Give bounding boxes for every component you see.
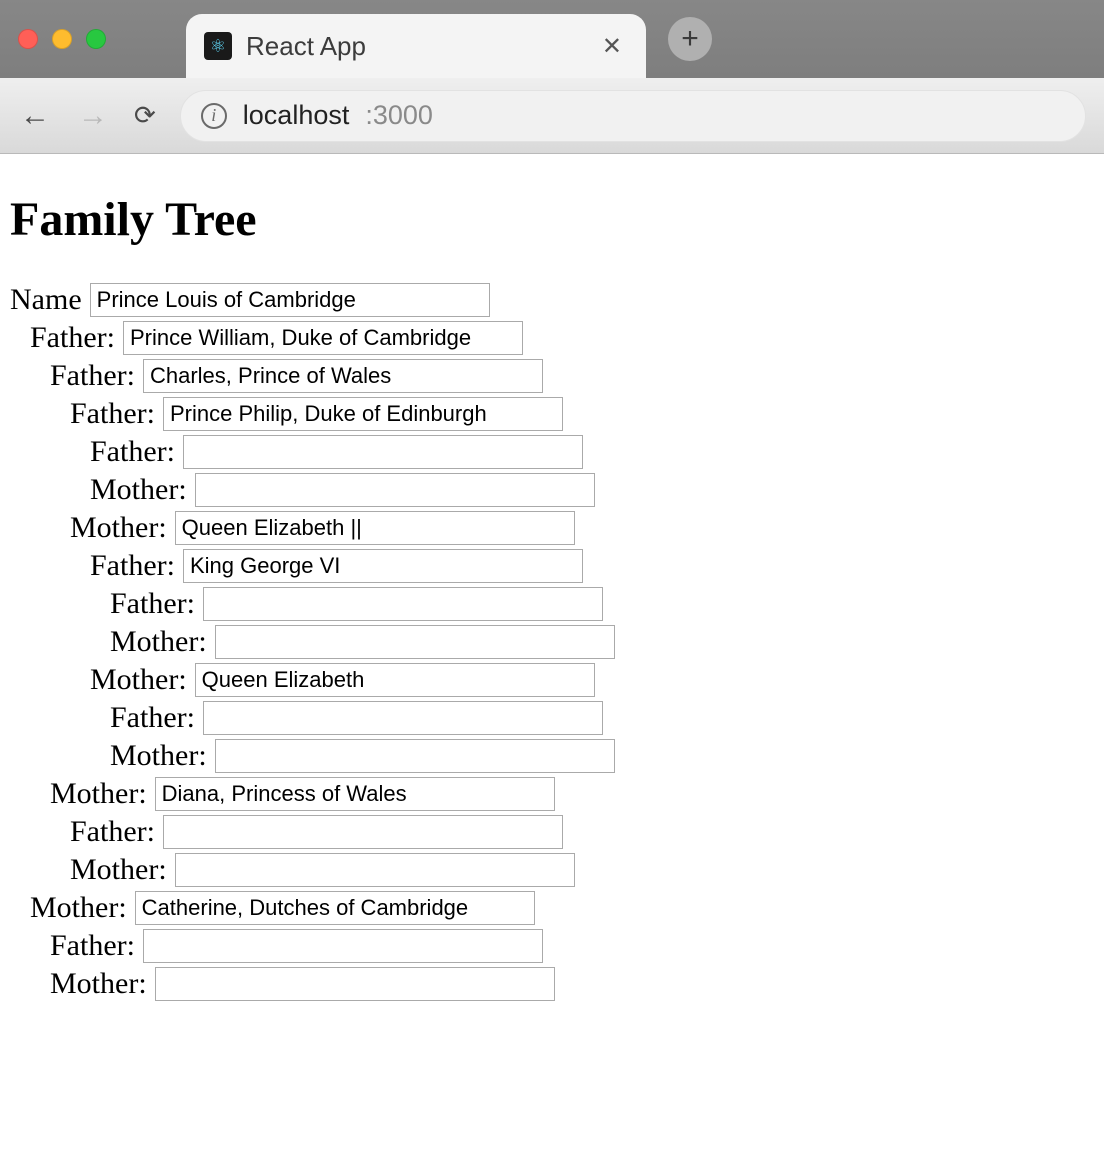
person-node: Father: (70, 815, 1094, 849)
mother-label: Mother: (110, 627, 207, 657)
page-title: Family Tree (10, 192, 1094, 247)
person-node: Mother: (90, 473, 1094, 507)
close-tab-icon[interactable]: ✕ (596, 28, 628, 65)
minimize-window-button[interactable] (52, 29, 72, 49)
mother-label: Mother: (90, 475, 187, 505)
name-input[interactable] (155, 777, 555, 811)
name-input[interactable] (175, 511, 575, 545)
name-input[interactable] (135, 891, 535, 925)
url-port: :3000 (365, 100, 433, 131)
name-input[interactable] (203, 587, 603, 621)
mother-label: Mother: (70, 513, 167, 543)
father-label: Father: (110, 589, 195, 619)
name-input[interactable] (195, 663, 595, 697)
name-input[interactable] (183, 549, 583, 583)
name-input[interactable] (155, 967, 555, 1001)
mother-label: Mother: (50, 969, 147, 999)
site-info-icon[interactable]: i (201, 103, 227, 129)
mother-label: Mother: (50, 779, 147, 809)
name-input[interactable] (175, 853, 575, 887)
person-node: Father: (90, 435, 1094, 469)
name-input[interactable] (163, 815, 563, 849)
name-input[interactable] (143, 359, 543, 393)
person-node: Father: Father: Mother: (90, 549, 1094, 659)
react-favicon-icon: ⚛ (204, 32, 232, 60)
name-input[interactable] (203, 701, 603, 735)
mother-label: Mother: (30, 893, 127, 923)
person-node: Father: (110, 701, 1094, 735)
person-node: Mother: Father: Father: (70, 511, 1094, 773)
new-tab-button[interactable]: + (668, 17, 712, 61)
name-input[interactable] (215, 625, 615, 659)
father-label: Father: (30, 323, 115, 353)
browser-toolbar: ← → ⟳ i localhost :3000 (0, 78, 1104, 154)
person-node: Mother: Father: Mother: (30, 891, 1094, 1001)
back-button[interactable]: ← (18, 99, 52, 133)
name-input[interactable] (123, 321, 523, 355)
mother-label: Mother: (70, 855, 167, 885)
address-bar[interactable]: i localhost :3000 (180, 90, 1086, 142)
forward-button[interactable]: → (76, 99, 110, 133)
person-node: Mother: (70, 853, 1094, 887)
name-input[interactable] (90, 283, 490, 317)
person-node: Father: (110, 587, 1094, 621)
person-node: Mother: (50, 967, 1094, 1001)
titlebar: ⚛ React App ✕ + (0, 0, 1104, 78)
person-node: Mother: (110, 625, 1094, 659)
person-node-root: Name Father: Father: Father: (10, 283, 1094, 1001)
name-label: Name (10, 285, 82, 315)
name-input[interactable] (163, 397, 563, 431)
url-host: localhost (243, 100, 350, 131)
name-input[interactable] (215, 739, 615, 773)
reload-button[interactable]: ⟳ (134, 100, 156, 131)
name-input[interactable] (183, 435, 583, 469)
tab-title: React App (246, 31, 582, 62)
browser-tab[interactable]: ⚛ React App ✕ (186, 14, 646, 78)
father-label: Father: (90, 437, 175, 467)
father-label: Father: (70, 399, 155, 429)
mother-label: Mother: (90, 665, 187, 695)
name-input[interactable] (195, 473, 595, 507)
maximize-window-button[interactable] (86, 29, 106, 49)
person-node: Father: (50, 929, 1094, 963)
father-label: Father: (70, 817, 155, 847)
name-input[interactable] (143, 929, 543, 963)
person-node: Mother: (110, 739, 1094, 773)
person-node: Mother: Father: Mother: (50, 777, 1094, 887)
person-node: Father: Father: Mother: (70, 397, 1094, 507)
father-label: Father: (90, 551, 175, 581)
father-label: Father: (110, 703, 195, 733)
father-label: Father: (50, 931, 135, 961)
mother-label: Mother: (110, 741, 207, 771)
page-content: Family Tree Name Father: Father: Fa (0, 154, 1104, 1035)
person-node: Father: Father: Father: (50, 359, 1094, 773)
close-window-button[interactable] (18, 29, 38, 49)
window-controls (18, 29, 106, 49)
father-label: Father: (50, 361, 135, 391)
person-node: Mother: Father: Mother: (90, 663, 1094, 773)
person-node: Father: Father: Father: Fa (30, 321, 1094, 887)
